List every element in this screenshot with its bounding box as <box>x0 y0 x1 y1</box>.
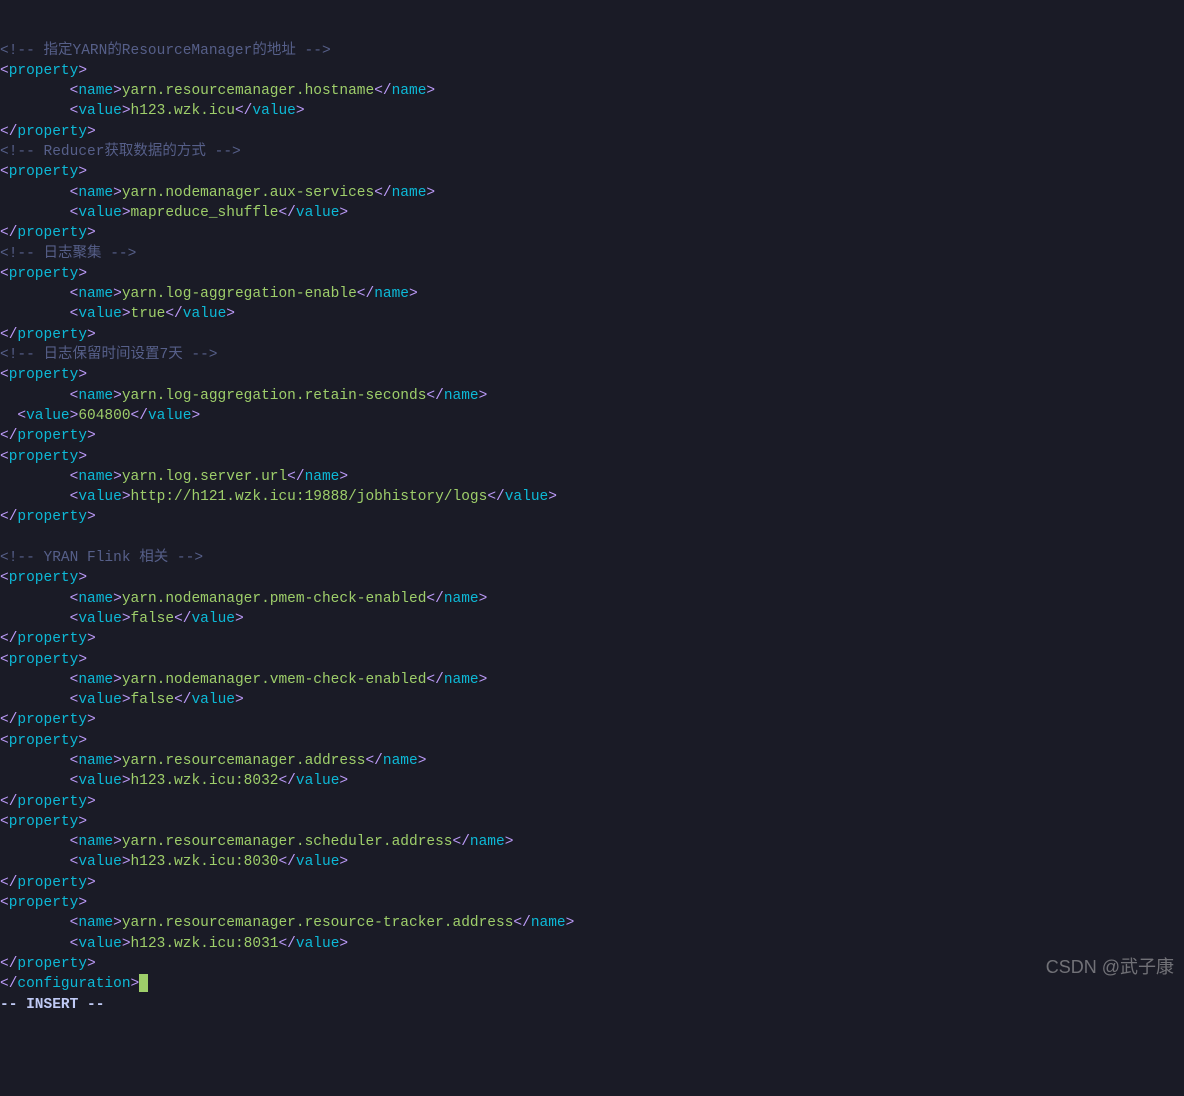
prop-name: yarn.resourcemanager.resource-tracker.ad… <box>122 915 514 931</box>
prop-value: h123.wzk.icu:8032 <box>131 773 279 789</box>
prop-name: yarn.resourcemanager.hostname <box>122 83 374 99</box>
watermark-text: CSDN @武子康 <box>1046 957 1174 977</box>
prop-name: yarn.nodemanager.aux-services <box>122 185 374 201</box>
prop-value: 604800 <box>78 408 130 424</box>
prop-value: false <box>131 692 175 708</box>
prop-value: h123.wzk.icu <box>131 103 235 119</box>
prop-value: h123.wzk.icu:8031 <box>131 936 279 952</box>
prop-value: h123.wzk.icu:8030 <box>131 854 279 870</box>
prop-name: yarn.nodemanager.vmem-check-enabled <box>122 672 427 688</box>
prop-name: yarn.log-aggregation-enable <box>122 286 357 302</box>
comment-line: <!-- 日志保留时间设置7天 --> <box>0 347 218 363</box>
comment-line: <!-- Reducer获取数据的方式 --> <box>0 144 241 160</box>
comment-line: <!-- 日志聚集 --> <box>0 246 136 262</box>
comment-line: <!-- 指定YARN的ResourceManager的地址 --> <box>0 43 331 59</box>
editor-content[interactable]: <!-- 指定YARN的ResourceManager的地址 --> <prop… <box>0 41 1184 1015</box>
cursor <box>139 974 148 992</box>
comment-line: <!-- YRAN Flink 相关 --> <box>0 550 203 566</box>
prop-name: yarn.nodemanager.pmem-check-enabled <box>122 591 427 607</box>
prop-value: mapreduce_shuffle <box>131 205 279 221</box>
prop-name: yarn.resourcemanager.address <box>122 753 366 769</box>
prop-name: yarn.resourcemanager.scheduler.address <box>122 834 453 850</box>
prop-value: true <box>131 306 166 322</box>
vim-mode-indicator: -- INSERT -- <box>0 997 104 1013</box>
prop-name: yarn.log.server.url <box>122 469 287 485</box>
prop-value: http://h121.wzk.icu:19888/jobhistory/log… <box>131 489 488 505</box>
prop-name: yarn.log-aggregation.retain-seconds <box>122 388 427 404</box>
prop-value: false <box>131 611 175 627</box>
